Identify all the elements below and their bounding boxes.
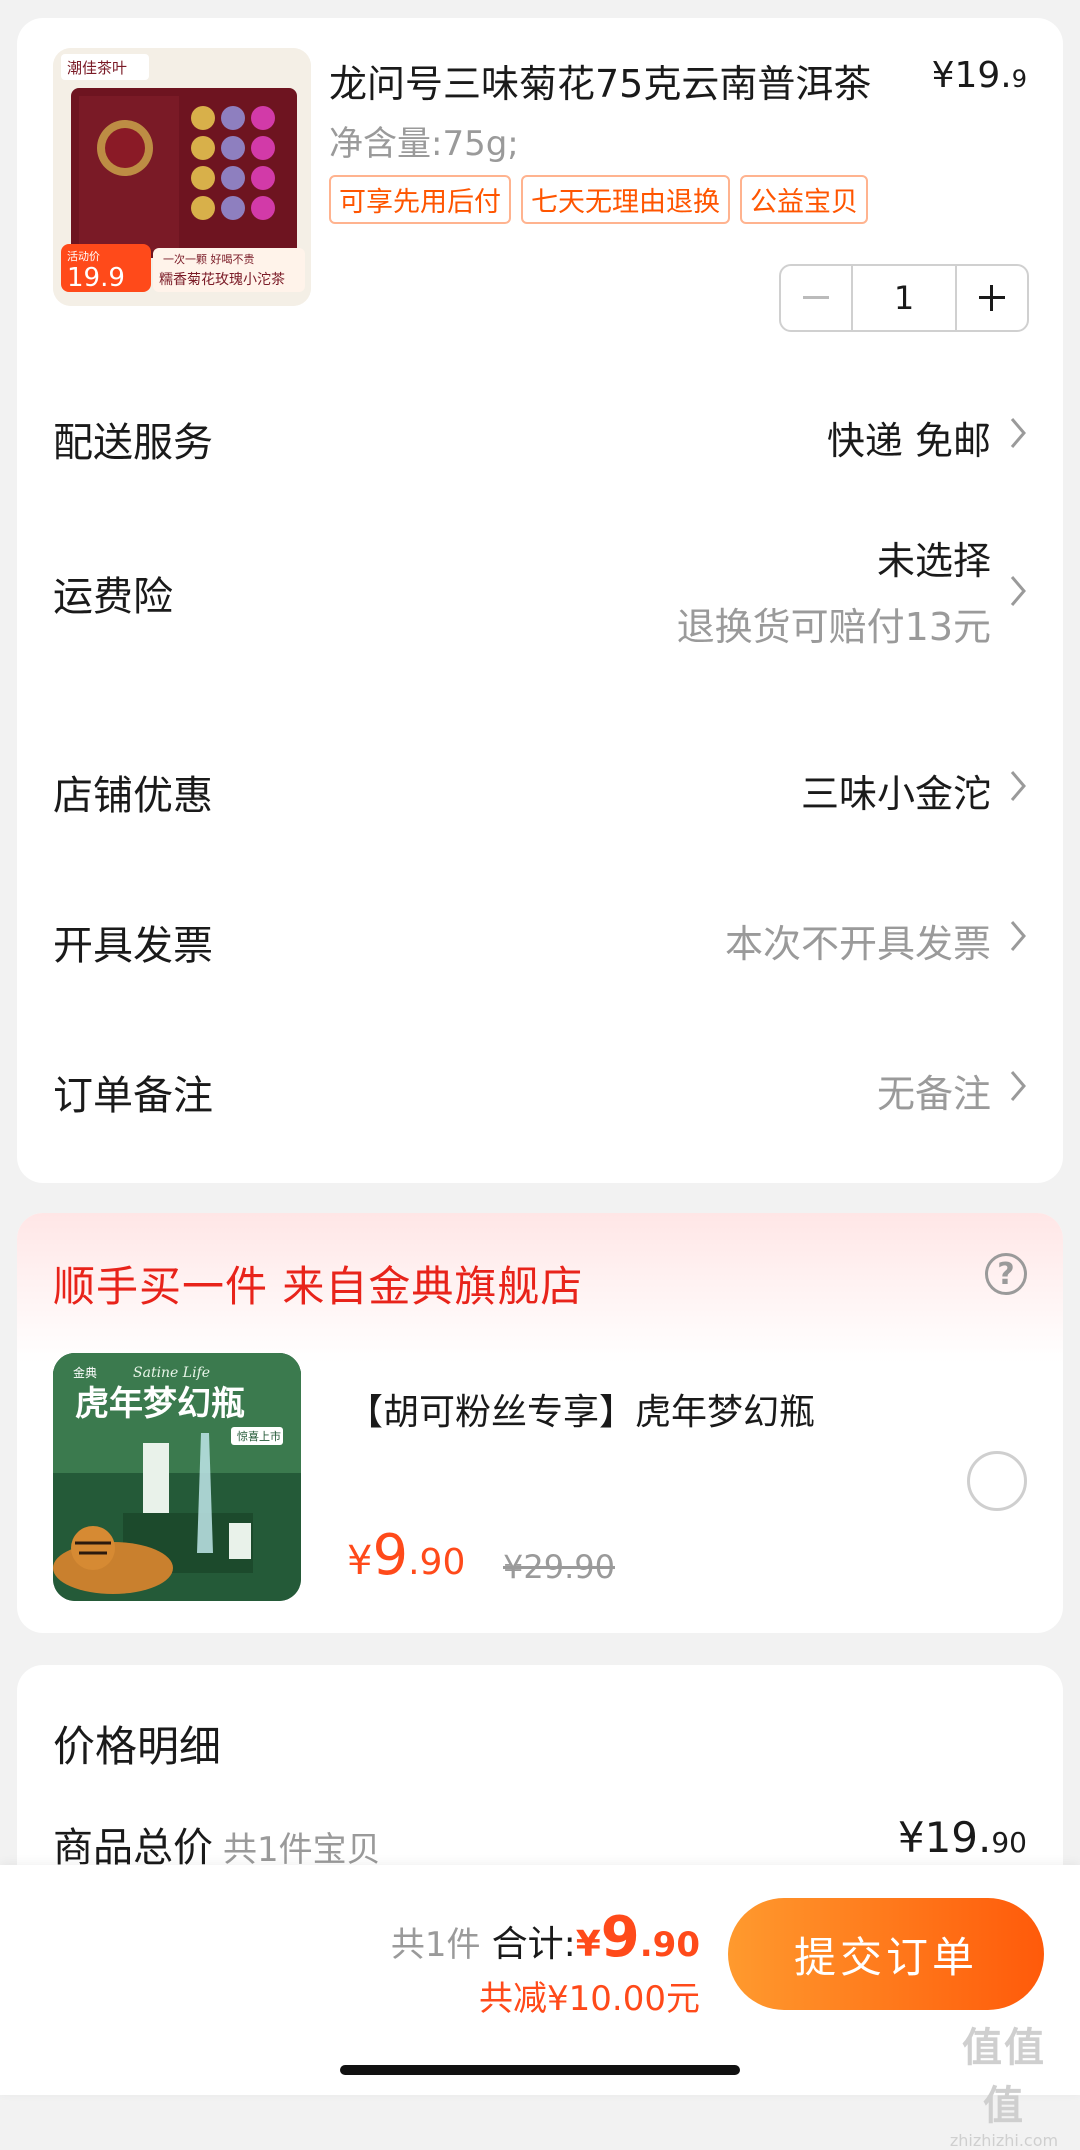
product-image-activity-price: 19.9 bbox=[67, 263, 125, 293]
shipping-insurance-label: 运费险 bbox=[53, 574, 173, 620]
recommend-image-headline: 虎年梦幻瓶 bbox=[75, 1384, 245, 1424]
recommend-price-integer: 9 bbox=[372, 1523, 409, 1588]
minus-icon bbox=[803, 296, 829, 299]
recommend-original-price: ¥29.90 bbox=[503, 1548, 615, 1586]
goods-count: 共1件宝贝 bbox=[223, 1830, 381, 1870]
chevron-right-icon bbox=[1010, 418, 1026, 448]
recommend-item-name[interactable]: 【胡可粉丝专享】虎年梦幻瓶 bbox=[347, 1383, 815, 1435]
store-discount-label: 店铺优惠 bbox=[53, 773, 213, 819]
chevron-right-icon bbox=[1010, 921, 1026, 951]
tag-pay-later: 可享先用后付 bbox=[329, 175, 511, 224]
tag-charity: 公益宝贝 bbox=[740, 175, 868, 224]
recommend-image-script: Satine Life bbox=[133, 1365, 210, 1381]
price-detail-title: 价格明细 bbox=[53, 1722, 222, 1771]
goods-total-decimal: 90 bbox=[991, 1826, 1027, 1859]
recommend-select-radio[interactable] bbox=[967, 1451, 1027, 1511]
order-note-value: 无备注 bbox=[876, 1072, 991, 1116]
quantity-value[interactable]: 1 bbox=[851, 266, 957, 330]
store-discount-value: 三味小金沱 bbox=[800, 772, 991, 816]
product-price-main: ¥19. bbox=[931, 55, 1012, 96]
chevron-right-icon bbox=[1010, 771, 1026, 801]
invoice-value: 本次不开具发票 bbox=[724, 922, 991, 966]
submit-order-button[interactable]: 提交订单 bbox=[728, 1898, 1044, 2010]
delivery-value: 快递 免邮 bbox=[826, 419, 991, 463]
recommend-price-decimal: .90 bbox=[408, 1542, 466, 1583]
product-image-brand: 潮佳茶叶 bbox=[67, 59, 127, 77]
watermark-small: zhizhizhi.com bbox=[949, 2131, 1059, 2150]
recommend-image-badge: 惊喜上市 bbox=[237, 1429, 281, 1443]
help-icon[interactable]: ? bbox=[985, 1253, 1027, 1295]
total-integer: 9 bbox=[600, 1905, 640, 1970]
product-price-decimal: 9 bbox=[1011, 65, 1027, 93]
tea-box-illustration: 潮佳茶叶 活动价 19.9 一次一颗 好喝不贵 糯香菊花玫瑰小沱茶 bbox=[53, 48, 311, 306]
total-label: 合计: bbox=[491, 1924, 576, 1965]
tag-seven-day-return: 七天无理由退换 bbox=[521, 175, 730, 224]
product-image-activity-label: 活动价 bbox=[67, 250, 100, 263]
recommend-image[interactable]: 金典 Satine Life 虎年梦幻瓶 惊喜上市 bbox=[53, 1353, 301, 1601]
goods-total-main: ¥19. bbox=[897, 1813, 992, 1862]
product-image-slogan: 一次一颗 好喝不贵 bbox=[163, 252, 255, 266]
total-count: 共1件 bbox=[390, 1925, 481, 1965]
recommend-price: ¥9.90 bbox=[347, 1523, 465, 1588]
product-spec[interactable]: 净含量:75g; bbox=[329, 116, 519, 165]
chevron-right-icon bbox=[1010, 576, 1026, 606]
decrease-button[interactable] bbox=[781, 266, 851, 330]
home-indicator[interactable] bbox=[340, 2065, 740, 2075]
recommend-title: 顺手买一件 来自金典旗舰店 bbox=[53, 1262, 584, 1311]
product-tags: 可享先用后付 七天无理由退换 公益宝贝 bbox=[329, 175, 868, 224]
order-note-label: 订单备注 bbox=[53, 1073, 213, 1119]
tiger-bottle-illustration: 金典 Satine Life 虎年梦幻瓶 惊喜上市 bbox=[53, 1353, 301, 1601]
total-currency: ¥ bbox=[575, 1924, 601, 1965]
saved-amount: 共减¥10.00元 bbox=[479, 1979, 700, 2019]
product-image-name: 糯香菊花玫瑰小沱茶 bbox=[159, 271, 285, 288]
goods-total-value: ¥19.90 bbox=[898, 1813, 1027, 1862]
delivery-label: 配送服务 bbox=[53, 420, 213, 466]
recommend-price-currency: ¥ bbox=[347, 1538, 373, 1584]
bottom-bar: 共1件 合计:¥9.90 共减¥10.00元 提交订单 值值值 zhizhizh… bbox=[0, 1865, 1080, 2150]
shipping-insurance-value: 未选择 bbox=[876, 539, 991, 583]
shipping-insurance-sub: 退换货可赔付13元 bbox=[676, 605, 991, 649]
recommend-card: 顺手买一件 来自金典旗舰店 ? 金典 Satine Life 虎年梦幻瓶 惊喜上… bbox=[17, 1213, 1063, 1633]
product-image[interactable]: 潮佳茶叶 活动价 19.9 一次一颗 好喝不贵 糯香菊花玫瑰小沱茶 bbox=[53, 48, 311, 306]
quantity-stepper[interactable]: 1 bbox=[779, 264, 1029, 332]
total-summary: 共1件 合计:¥9.90 bbox=[391, 1905, 700, 1970]
invoice-label: 开具发票 bbox=[53, 923, 213, 969]
total-decimal: .90 bbox=[639, 1925, 700, 1965]
product-title[interactable]: 龙问号三味菊花75克云南普洱茶 bbox=[329, 53, 871, 108]
order-card: 潮佳茶叶 活动价 19.9 一次一颗 好喝不贵 糯香菊花玫瑰小沱茶 龙问号三味菊… bbox=[17, 18, 1063, 1183]
watermark-big: 值值值 bbox=[962, 2025, 1046, 2129]
watermark: 值值值 zhizhizhi.com bbox=[944, 2015, 1064, 2150]
chevron-right-icon bbox=[1010, 1071, 1026, 1101]
product-price: ¥19.9 bbox=[932, 55, 1027, 96]
row-shipping-insurance[interactable]: 运费险 未选择 退换货可赔付13元 bbox=[17, 488, 1063, 649]
plus-icon bbox=[979, 285, 1005, 311]
recommend-image-brand: 金典 bbox=[73, 1365, 97, 1380]
increase-button[interactable] bbox=[957, 266, 1027, 330]
